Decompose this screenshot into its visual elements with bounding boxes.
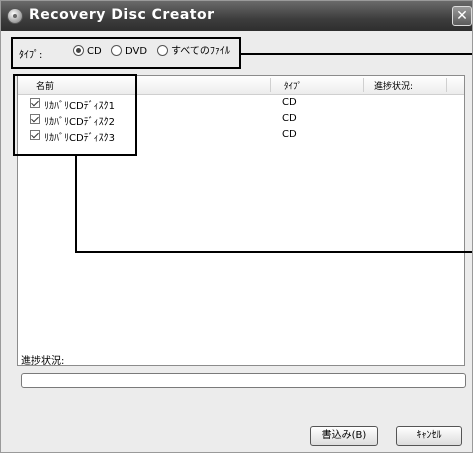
type-filter-callout-line bbox=[241, 53, 472, 55]
radio-cd-indicator bbox=[73, 45, 84, 56]
radio-dvd-indicator bbox=[111, 45, 122, 56]
type-filter-label: ﾀｲﾌﾟ: bbox=[19, 50, 43, 61]
column-divider bbox=[446, 78, 447, 92]
list-item[interactable]: ﾘｶﾊﾞﾘCDﾃﾞｨｽｸ2 CD bbox=[18, 112, 464, 128]
column-header-progress[interactable]: 進捗状況: bbox=[374, 79, 413, 92]
disc-list[interactable]: 名前 ﾀｲﾌﾟ 進捗状況: ﾘｶﾊﾞﾘCDﾃﾞｨｽｸ1 CD ﾘｶﾊﾞﾘCDﾃﾞ… bbox=[17, 75, 465, 366]
column-header-type[interactable]: ﾀｲﾌﾟ bbox=[284, 79, 302, 92]
disc-name: ﾘｶﾊﾞﾘCDﾃﾞｨｽｸ2 bbox=[44, 117, 116, 128]
radio-all-files[interactable]: すべてのﾌｧｲﾙ bbox=[157, 45, 230, 59]
disc-type: CD bbox=[282, 97, 297, 108]
recovery-disc-creator-window: Recovery Disc Creator ✕ ﾀｲﾌﾟ: CD DVD すべて… bbox=[0, 0, 473, 453]
close-button[interactable]: ✕ bbox=[452, 6, 472, 26]
disc-type: CD bbox=[282, 113, 297, 124]
progress-bar bbox=[21, 373, 466, 388]
progress-label: 進捗状況: bbox=[21, 356, 65, 367]
disc-name: ﾘｶﾊﾞﾘCDﾃﾞｨｽｸ1 bbox=[44, 101, 116, 112]
disc-icon bbox=[7, 8, 23, 24]
column-divider bbox=[363, 78, 364, 92]
list-item[interactable]: ﾘｶﾊﾞﾘCDﾃﾞｨｽｸ3 CD bbox=[18, 128, 464, 144]
list-header: 名前 ﾀｲﾌﾟ 進捗状況: bbox=[18, 76, 464, 95]
title-bar[interactable]: Recovery Disc Creator ✕ bbox=[1, 1, 472, 31]
radio-dvd-label: DVD bbox=[125, 46, 148, 57]
radio-cd-label: CD bbox=[87, 46, 102, 57]
radio-dvd[interactable]: DVD bbox=[111, 45, 147, 59]
column-header-name[interactable]: 名前 bbox=[36, 79, 54, 92]
radio-cd[interactable]: CD bbox=[73, 45, 102, 59]
row-checkbox[interactable] bbox=[30, 130, 40, 140]
row-checkbox[interactable] bbox=[30, 98, 40, 108]
window-title: Recovery Disc Creator bbox=[29, 7, 215, 23]
radio-all-files-label: すべてのﾌｧｲﾙ bbox=[171, 46, 230, 57]
disc-type: CD bbox=[282, 129, 297, 140]
radio-all-files-indicator bbox=[157, 45, 168, 56]
list-item[interactable]: ﾘｶﾊﾞﾘCDﾃﾞｨｽｸ1 CD bbox=[18, 96, 464, 112]
disc-name: ﾘｶﾊﾞﾘCDﾃﾞｨｽｸ3 bbox=[44, 133, 116, 144]
column-divider bbox=[270, 78, 271, 92]
close-icon: ✕ bbox=[456, 8, 468, 24]
row-checkbox[interactable] bbox=[30, 114, 40, 124]
write-button[interactable]: 書込み(B) bbox=[310, 426, 378, 446]
disc-list-callout-line-horizontal bbox=[75, 251, 472, 253]
cancel-button[interactable]: ｷｬﾝｾﾙ bbox=[396, 426, 462, 446]
disc-list-callout-line-vertical bbox=[75, 156, 77, 253]
type-filter: ﾀｲﾌﾟ: CD DVD すべてのﾌｧｲﾙ bbox=[15, 39, 241, 67]
